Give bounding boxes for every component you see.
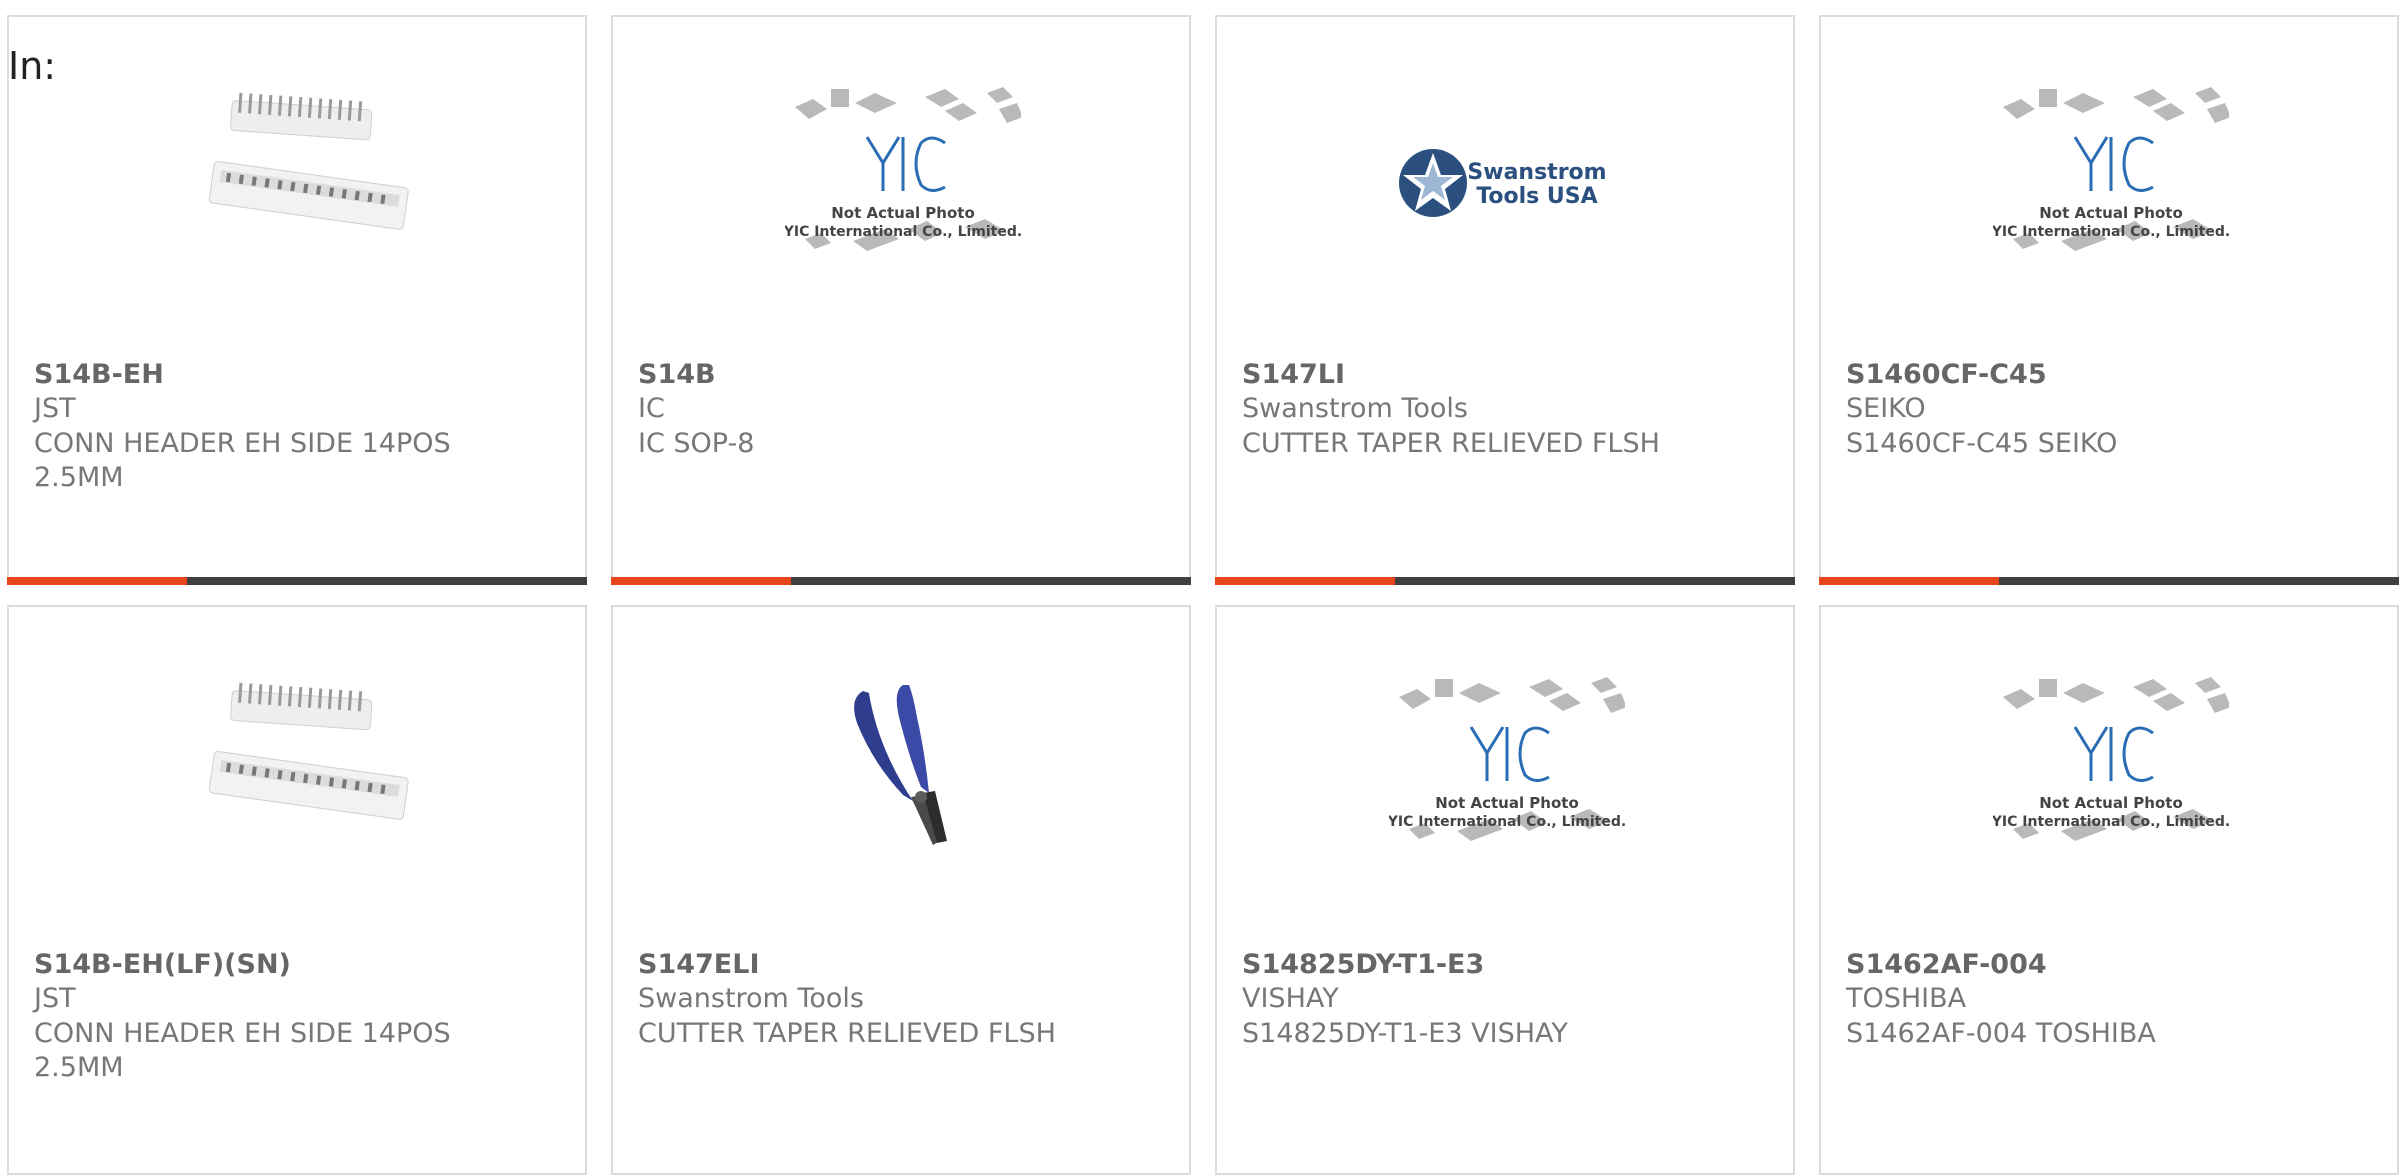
svg-text:Tools USA: Tools USA [1476, 184, 1597, 209]
product-card[interactable]: S14B-EH(LF)(SN) JST CONN HEADER EH SIDE … [7, 605, 587, 1175]
swanstrom-logo-icon: Swanstrom Tools USA [1399, 149, 1607, 217]
part-number[interactable]: S1460CF-C45 [1846, 359, 2047, 390]
connector-icon [208, 682, 409, 820]
description: S1460CF-C45 SEIKO [1846, 428, 2118, 459]
product-image[interactable]: Not Actual Photo YIC International Co., … [1991, 83, 2231, 283]
hover-bar [1215, 577, 1795, 585]
product-image[interactable] [785, 673, 1021, 873]
part-number[interactable]: S14825DY-T1-E3 [1242, 949, 1484, 980]
accent-bar [611, 577, 791, 585]
description: S14825DY-T1-E3 VISHAY [1242, 1018, 1568, 1049]
description: CONN HEADER EH SIDE 14POS 2.5MM [34, 428, 451, 493]
hover-bar [7, 577, 587, 585]
manufacturer: JST [34, 393, 76, 424]
product-card[interactable]: S14B-EH JST CONN HEADER EH SIDE 14POS 2.… [7, 15, 587, 585]
svg-text:YIC International Co., Limited: YIC International Co., Limited. [785, 224, 1021, 240]
connector-icon [208, 92, 409, 230]
svg-text:Not Actual Photo: Not Actual Photo [2039, 204, 2183, 222]
product-card[interactable]: Not Actual Photo YIC International Co., … [611, 15, 1191, 585]
manufacturer: Swanstrom Tools [1242, 393, 1468, 424]
svg-text:Swanstrom: Swanstrom [1467, 160, 1606, 185]
yic-placeholder-icon: Not Actual Photo YIC International Co., … [1387, 677, 1627, 841]
product-image[interactable] [181, 83, 417, 283]
cutter-icon [854, 685, 947, 845]
product-card[interactable]: Not Actual Photo YIC International Co., … [1819, 15, 2399, 585]
part-number[interactable]: S14B-EH [34, 359, 164, 390]
part-number[interactable]: S147ELI [638, 949, 760, 980]
description: IC SOP-8 [638, 428, 755, 459]
manufacturer: TOSHIBA [1846, 983, 1967, 1014]
product-card[interactable]: S147ELI Swanstrom Tools CUTTER TAPER REL… [611, 605, 1191, 1175]
svg-text:Not Actual Photo: Not Actual Photo [831, 204, 975, 222]
svg-text:YIC International Co., Limited: YIC International Co., Limited. [1389, 814, 1625, 830]
part-number[interactable]: S147LI [1242, 359, 1345, 390]
product-card[interactable]: Not Actual Photo YIC International Co., … [1819, 605, 2399, 1175]
description: CUTTER TAPER RELIEVED FLSH [638, 1018, 1056, 1049]
product-image[interactable]: Not Actual Photo YIC International Co., … [1387, 673, 1627, 873]
manufacturer: Swanstrom Tools [638, 983, 864, 1014]
part-number[interactable]: S1462AF-004 [1846, 949, 2047, 980]
manufacturer: VISHAY [1242, 983, 1339, 1014]
product-image[interactable] [181, 673, 417, 873]
manufacturer: JST [34, 983, 76, 1014]
accent-bar [1819, 577, 1999, 585]
product-image[interactable]: Not Actual Photo YIC International Co., … [1991, 673, 2231, 873]
svg-text:Not Actual Photo: Not Actual Photo [2039, 794, 2183, 812]
hover-bar [611, 577, 1191, 585]
description: CONN HEADER EH SIDE 14POS 2.5MM [34, 1018, 451, 1083]
description: CUTTER TAPER RELIEVED FLSH [1242, 428, 1660, 459]
hover-bar [1819, 577, 2399, 585]
svg-text:YIC International Co., Limited: YIC International Co., Limited. [1993, 814, 2229, 830]
part-number[interactable]: S14B [638, 359, 716, 390]
accent-bar [1215, 577, 1395, 585]
svg-text:YIC International Co., Limited: YIC International Co., Limited. [1993, 224, 2229, 240]
manufacturer: IC [638, 393, 665, 424]
description: S1462AF-004 TOSHIBA [1846, 1018, 2156, 1049]
product-image[interactable]: Swanstrom Tools USA [1389, 83, 1625, 283]
in-label: In: [8, 44, 57, 88]
yic-placeholder-icon: Not Actual Photo YIC International Co., … [1991, 87, 2231, 251]
yic-placeholder-icon: Not Actual Photo YIC International Co., … [783, 87, 1023, 251]
product-image[interactable]: Not Actual Photo YIC International Co., … [783, 83, 1023, 283]
part-number[interactable]: S14B-EH(LF)(SN) [34, 949, 291, 980]
product-card[interactable]: Not Actual Photo YIC International Co., … [1215, 605, 1795, 1175]
yic-placeholder-icon: Not Actual Photo YIC International Co., … [1991, 677, 2231, 841]
accent-bar [7, 577, 187, 585]
product-card[interactable]: Swanstrom Tools USA S147LI Swanstrom Too… [1215, 15, 1795, 585]
manufacturer: SEIKO [1846, 393, 1926, 424]
svg-text:Not Actual Photo: Not Actual Photo [1435, 794, 1579, 812]
